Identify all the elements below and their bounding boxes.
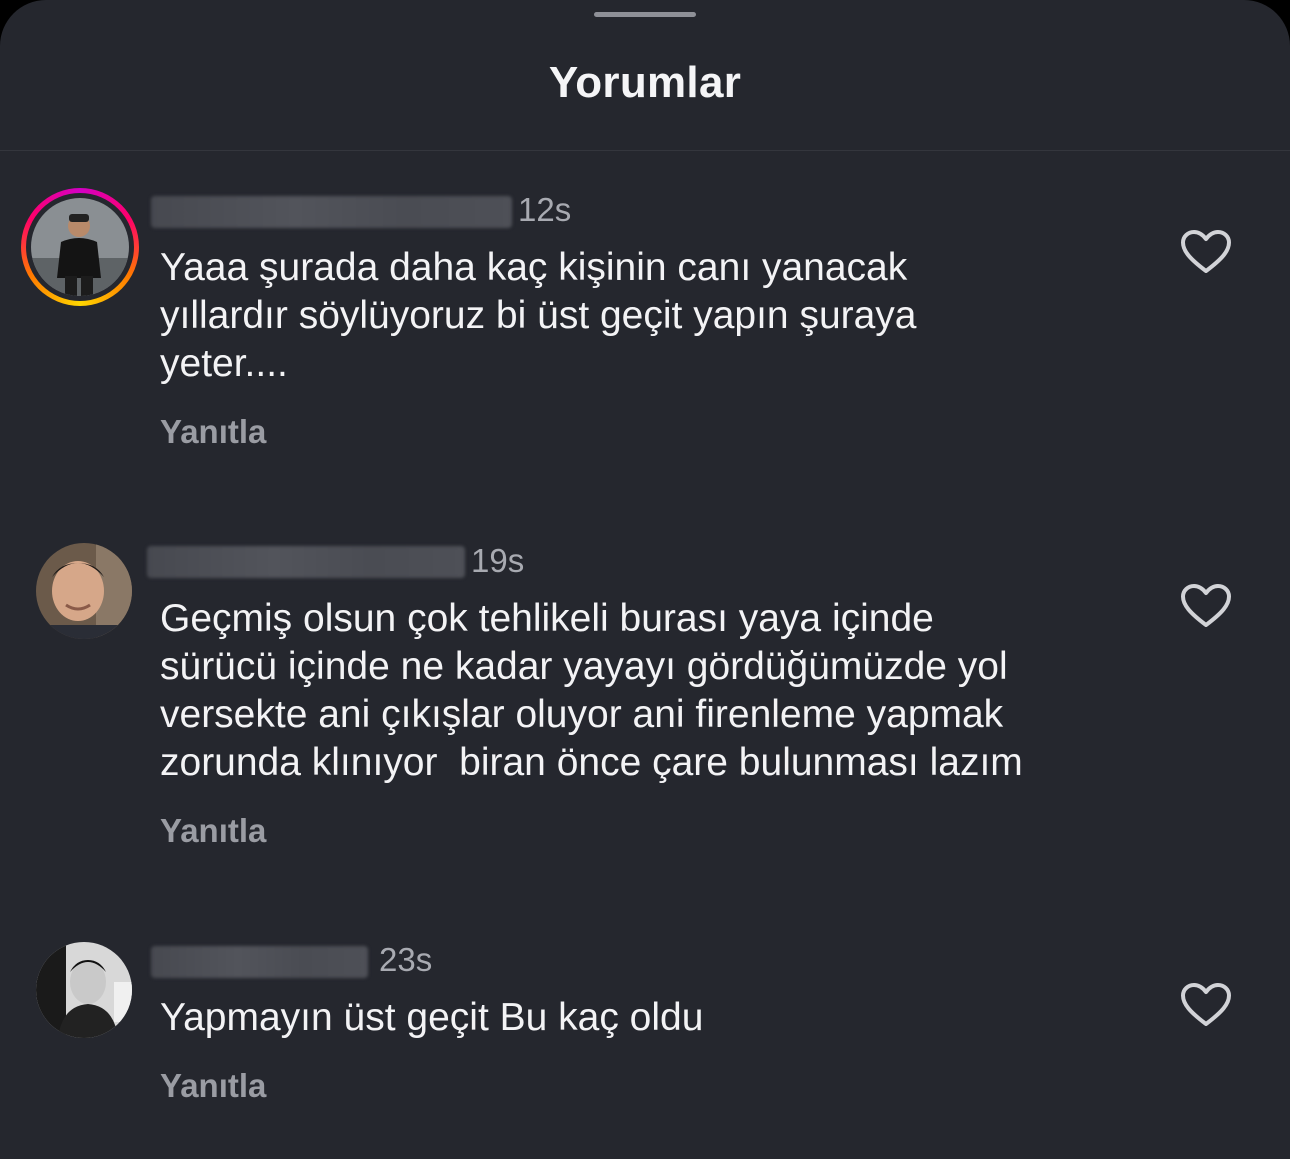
header-divider xyxy=(0,150,1290,151)
username-redacted[interactable] xyxy=(151,946,368,978)
username-redacted[interactable] xyxy=(147,546,465,578)
comment-time: 19s xyxy=(471,542,525,579)
drag-handle[interactable] xyxy=(594,12,696,17)
avatar[interactable] xyxy=(36,543,132,639)
comments-sheet: Yorumlar 12s Yaaa şurada daha kaç kişini… xyxy=(0,0,1290,1159)
comment-text: Yapmayın üst geçit Bu kaç oldu xyxy=(160,996,704,1039)
reply-button[interactable]: Yanıtla xyxy=(160,1067,266,1105)
heart-outline-icon[interactable] xyxy=(1180,583,1232,629)
avatar[interactable] xyxy=(31,198,129,296)
comment-text: Geçmiş olsun çok tehlikeli burası yaya i… xyxy=(160,597,1023,784)
username-redacted[interactable] xyxy=(151,196,512,228)
comment-time: 12s xyxy=(518,191,572,228)
comment-text: Yaaa şurada daha kaç kişinin canı yanaca… xyxy=(160,246,917,385)
reply-button[interactable]: Yanıtla xyxy=(160,413,266,451)
reply-button[interactable]: Yanıtla xyxy=(160,812,266,850)
heart-outline-icon[interactable] xyxy=(1180,982,1232,1028)
avatar[interactable] xyxy=(36,942,132,1038)
sheet-title: Yorumlar xyxy=(548,58,742,107)
heart-outline-icon[interactable] xyxy=(1180,229,1232,275)
comment-time: 23s xyxy=(379,941,433,978)
